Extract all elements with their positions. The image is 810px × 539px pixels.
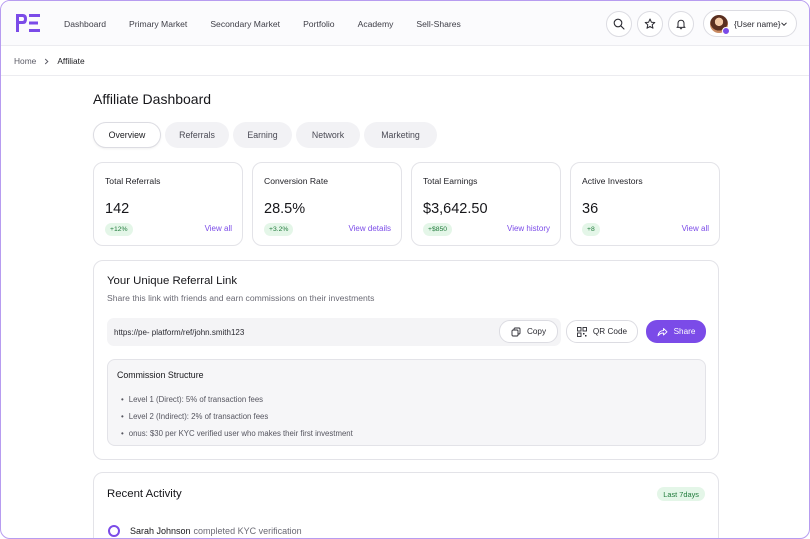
- breadcrumb: Home Affiliate: [1, 47, 809, 76]
- view-details-link[interactable]: View details: [348, 224, 391, 233]
- commission-item: onus: $30 per KYC verified user who make…: [121, 425, 353, 442]
- page-title: Affiliate Dashboard: [93, 91, 212, 107]
- bell-icon: [676, 19, 686, 30]
- nav-sell-shares[interactable]: Sell-Shares: [416, 19, 460, 29]
- stat-card-active-investors: Active Investors 36 +8 View all: [570, 162, 720, 246]
- commission-item: Level 2 (Indirect): 2% of transaction fe…: [121, 408, 353, 425]
- user-menu[interactable]: {User name}: [703, 10, 797, 37]
- stat-value: 28.5%: [264, 201, 306, 217]
- star-icon: [644, 18, 656, 29]
- activity-user-name: Sarah Johnson: [130, 526, 191, 536]
- nav-dashboard[interactable]: Dashboard: [64, 19, 106, 29]
- activity-status-icon: [108, 525, 120, 537]
- stat-value: $3,642.50: [423, 201, 488, 217]
- search-icon: [613, 18, 625, 30]
- avatar: [710, 14, 730, 35]
- user-name: {User name}: [734, 18, 781, 29]
- copy-button[interactable]: Copy: [499, 320, 558, 343]
- favorites-button[interactable]: [637, 11, 663, 37]
- stats-row: Total Referrals 142 +12% View all Conver…: [93, 162, 729, 246]
- stat-label: Active Investors: [582, 176, 643, 186]
- stat-value: 36: [582, 201, 599, 217]
- commission-title: Commission Structure: [117, 370, 204, 380]
- view-all-link[interactable]: View all: [682, 224, 709, 233]
- stat-label: Conversion Rate: [264, 176, 329, 186]
- activity-filter-badge[interactable]: Last 7days: [657, 487, 705, 501]
- logo-icon[interactable]: [14, 12, 42, 34]
- share-button-label: Share: [673, 327, 696, 336]
- view-all-link[interactable]: View all: [205, 224, 232, 233]
- activity-description: completed KYC verification: [193, 526, 302, 536]
- qr-code-button[interactable]: QR Code: [566, 320, 638, 343]
- referral-link-field[interactable]: https://pe- platform/ref/john.smith123 C…: [107, 318, 561, 346]
- nav-primary-market[interactable]: Primary Market: [129, 19, 187, 29]
- referral-link-text: https://pe- platform/ref/john.smith123: [114, 327, 245, 337]
- stat-delta-badge: +8: [582, 223, 600, 236]
- stat-value: 142: [105, 201, 130, 217]
- copy-icon: [511, 327, 521, 337]
- stat-card-total-earnings: Total Earnings $3,642.50 +$850 View hist…: [411, 162, 561, 246]
- commission-item: Level 1 (Direct): 5% of transaction fees: [121, 391, 353, 408]
- chevron-right-icon: [43, 58, 50, 65]
- search-button[interactable]: [606, 11, 632, 37]
- nav-secondary-market[interactable]: Secondary Market: [210, 19, 280, 29]
- tab-network[interactable]: Network: [296, 122, 360, 148]
- nav-portfolio[interactable]: Portfolio: [303, 19, 335, 29]
- activity-item: Sarah Johnson completed KYC verification: [108, 525, 302, 537]
- chevron-down-icon: [781, 22, 787, 27]
- commission-list: Level 1 (Direct): 5% of transaction fees…: [121, 391, 353, 442]
- breadcrumb-home[interactable]: Home: [14, 56, 36, 66]
- recent-activity-title: Recent Activity: [107, 488, 182, 500]
- tab-marketing[interactable]: Marketing: [364, 122, 437, 148]
- stat-delta-badge: +3.2%: [264, 223, 294, 236]
- qr-code-button-label: QR Code: [592, 327, 628, 336]
- app-frame: Dashboard Primary Market Secondary Marke…: [0, 0, 810, 539]
- stat-card-conversion-rate: Conversion Rate 28.5% +3.2% View details: [252, 162, 402, 246]
- main-nav: Dashboard Primary Market Secondary Marke…: [64, 1, 484, 46]
- tab-bar: Overview Referrals Earning Network Marke…: [93, 122, 441, 148]
- stat-delta-badge: +12%: [105, 223, 133, 236]
- notifications-button[interactable]: [668, 11, 694, 37]
- stat-label: Total Referrals: [105, 176, 161, 186]
- view-history-link[interactable]: View history: [507, 224, 550, 233]
- share-button[interactable]: Share: [646, 320, 706, 343]
- tab-earning[interactable]: Earning: [233, 122, 292, 148]
- stat-delta-badge: +$850: [423, 223, 453, 236]
- referral-card-title: Your Unique Referral Link: [107, 275, 238, 287]
- top-navigation: Dashboard Primary Market Secondary Marke…: [1, 1, 809, 46]
- referral-card-subtitle: Share this link with friends and earn co…: [107, 293, 375, 303]
- tab-referrals[interactable]: Referrals: [165, 122, 229, 148]
- share-icon: [657, 327, 668, 337]
- breadcrumb-current: Affiliate: [57, 56, 85, 66]
- stat-label: Total Earnings: [423, 176, 478, 186]
- qr-code-icon: [576, 326, 587, 337]
- verified-badge-icon: [722, 26, 730, 35]
- referral-link-card: Your Unique Referral Link Share this lin…: [93, 260, 719, 460]
- recent-activity-card: Recent Activity Last 7days Sarah Johnson…: [93, 472, 719, 538]
- copy-button-label: Copy: [526, 327, 547, 336]
- commission-structure-box: Commission Structure Level 1 (Direct): 5…: [107, 359, 706, 446]
- tab-overview[interactable]: Overview: [93, 122, 161, 148]
- nav-academy[interactable]: Academy: [358, 19, 394, 29]
- stat-card-total-referrals: Total Referrals 142 +12% View all: [93, 162, 243, 246]
